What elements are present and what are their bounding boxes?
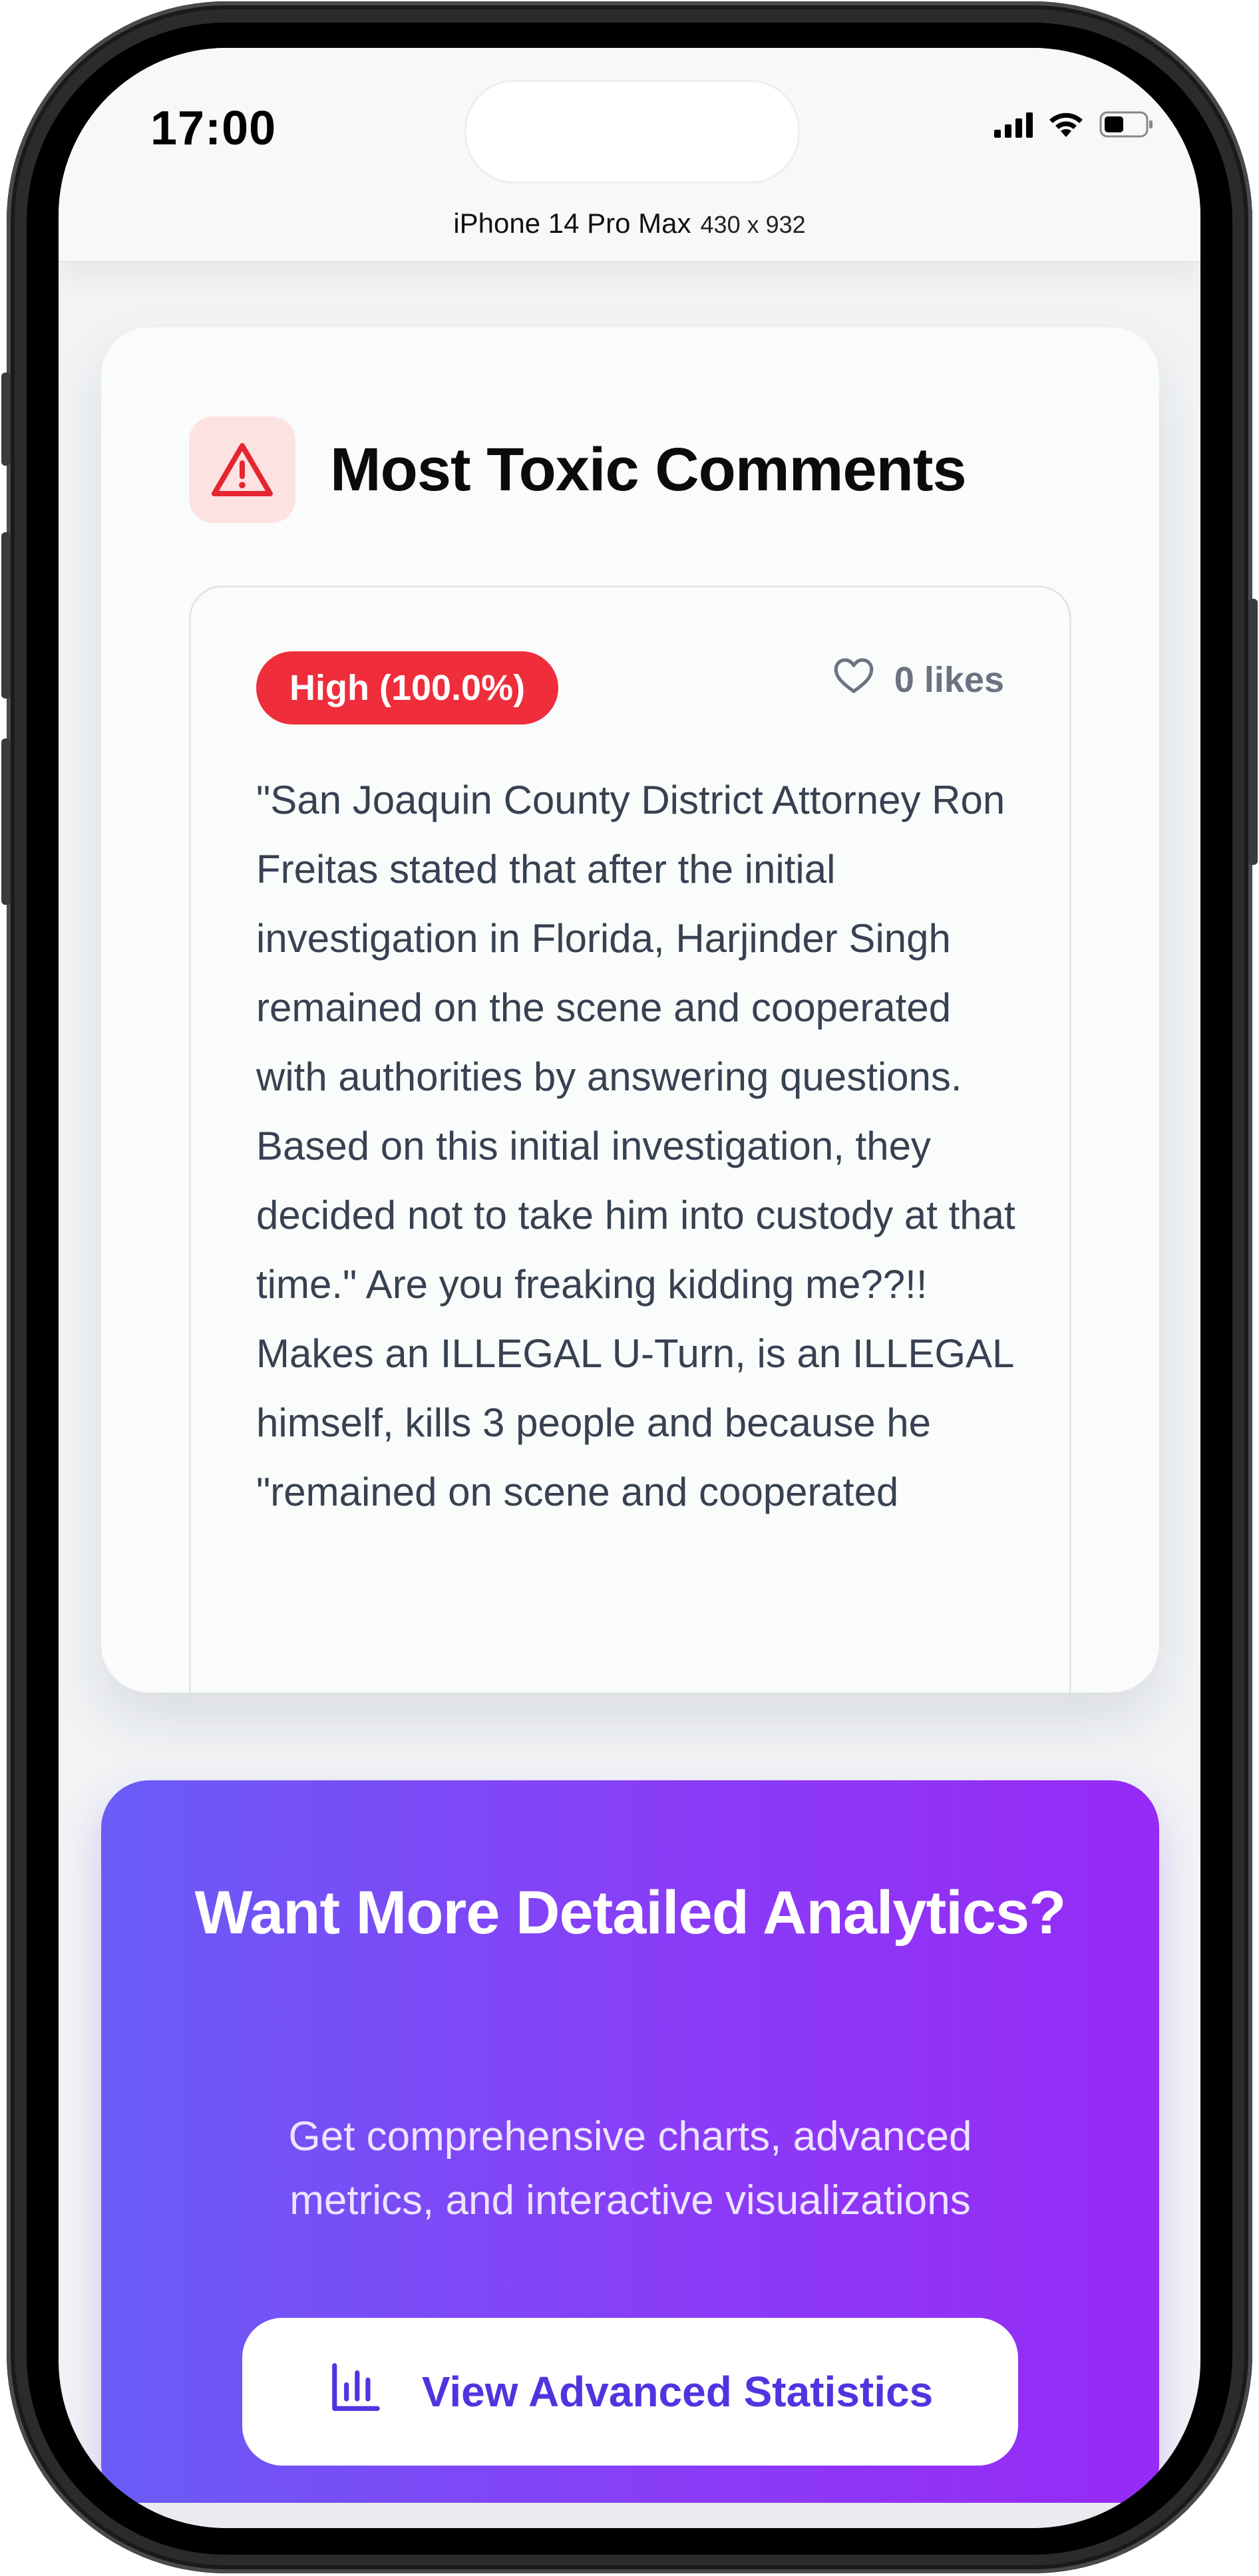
- device-dimensions: 430 x 932: [700, 211, 806, 238]
- button-label: View Advanced Statistics: [421, 2368, 934, 2416]
- power-button: [1248, 599, 1258, 865]
- cta-subtitle: Get comprehensive charts, advanced metri…: [288, 2114, 972, 2223]
- volume-up-button: [1, 532, 11, 699]
- warning-triangle-icon: [189, 416, 295, 523]
- signal-icon: [994, 111, 1033, 141]
- bar-chart-icon: [327, 2358, 385, 2426]
- comment-item: High (100.0%) 0 likes "San Joaquin Count…: [189, 585, 1071, 1692]
- phone-device: 17:00 iPhone 14 Pro Max 430 x 932 Most T…: [0, 0, 1259, 2576]
- action-button: [1, 373, 11, 466]
- volume-down-button: [1, 738, 11, 905]
- cta-title: Want More Detailed Analytics?: [194, 1879, 1067, 1947]
- likes-count: 0 likes: [833, 657, 1004, 703]
- phone-screen: 17:00 iPhone 14 Pro Max 430 x 932 Most T…: [59, 48, 1200, 2528]
- bottom-bar: [59, 2503, 1200, 2528]
- card-title: Most Toxic Comments: [330, 435, 967, 504]
- device-label: iPhone 14 Pro Max 430 x 932: [59, 208, 1200, 240]
- dynamic-island: [464, 80, 800, 184]
- severity-badge: High (100.0%): [256, 651, 559, 724]
- toxic-comments-card: Most Toxic Comments High (100.0%) 0 like…: [101, 327, 1159, 1692]
- comment-text: "San Joaquin County District Attorney Ro…: [256, 778, 1015, 1514]
- status-icons: [994, 110, 1154, 142]
- likes-label: 0 likes: [894, 659, 1004, 700]
- analytics-cta-card: Want More Detailed Analytics? Get compre…: [101, 1780, 1159, 2512]
- device-name: iPhone 14 Pro Max: [453, 208, 691, 239]
- wifi-icon: [1047, 110, 1085, 142]
- heart-icon: [833, 657, 874, 703]
- view-advanced-statistics-button[interactable]: View Advanced Statistics: [242, 2318, 1018, 2466]
- battery-icon: [1099, 111, 1154, 141]
- card-header: Most Toxic Comments: [189, 416, 967, 523]
- status-bar: 17:00 iPhone 14 Pro Max 430 x 932: [59, 48, 1200, 262]
- status-time: 17:00: [150, 102, 277, 155]
